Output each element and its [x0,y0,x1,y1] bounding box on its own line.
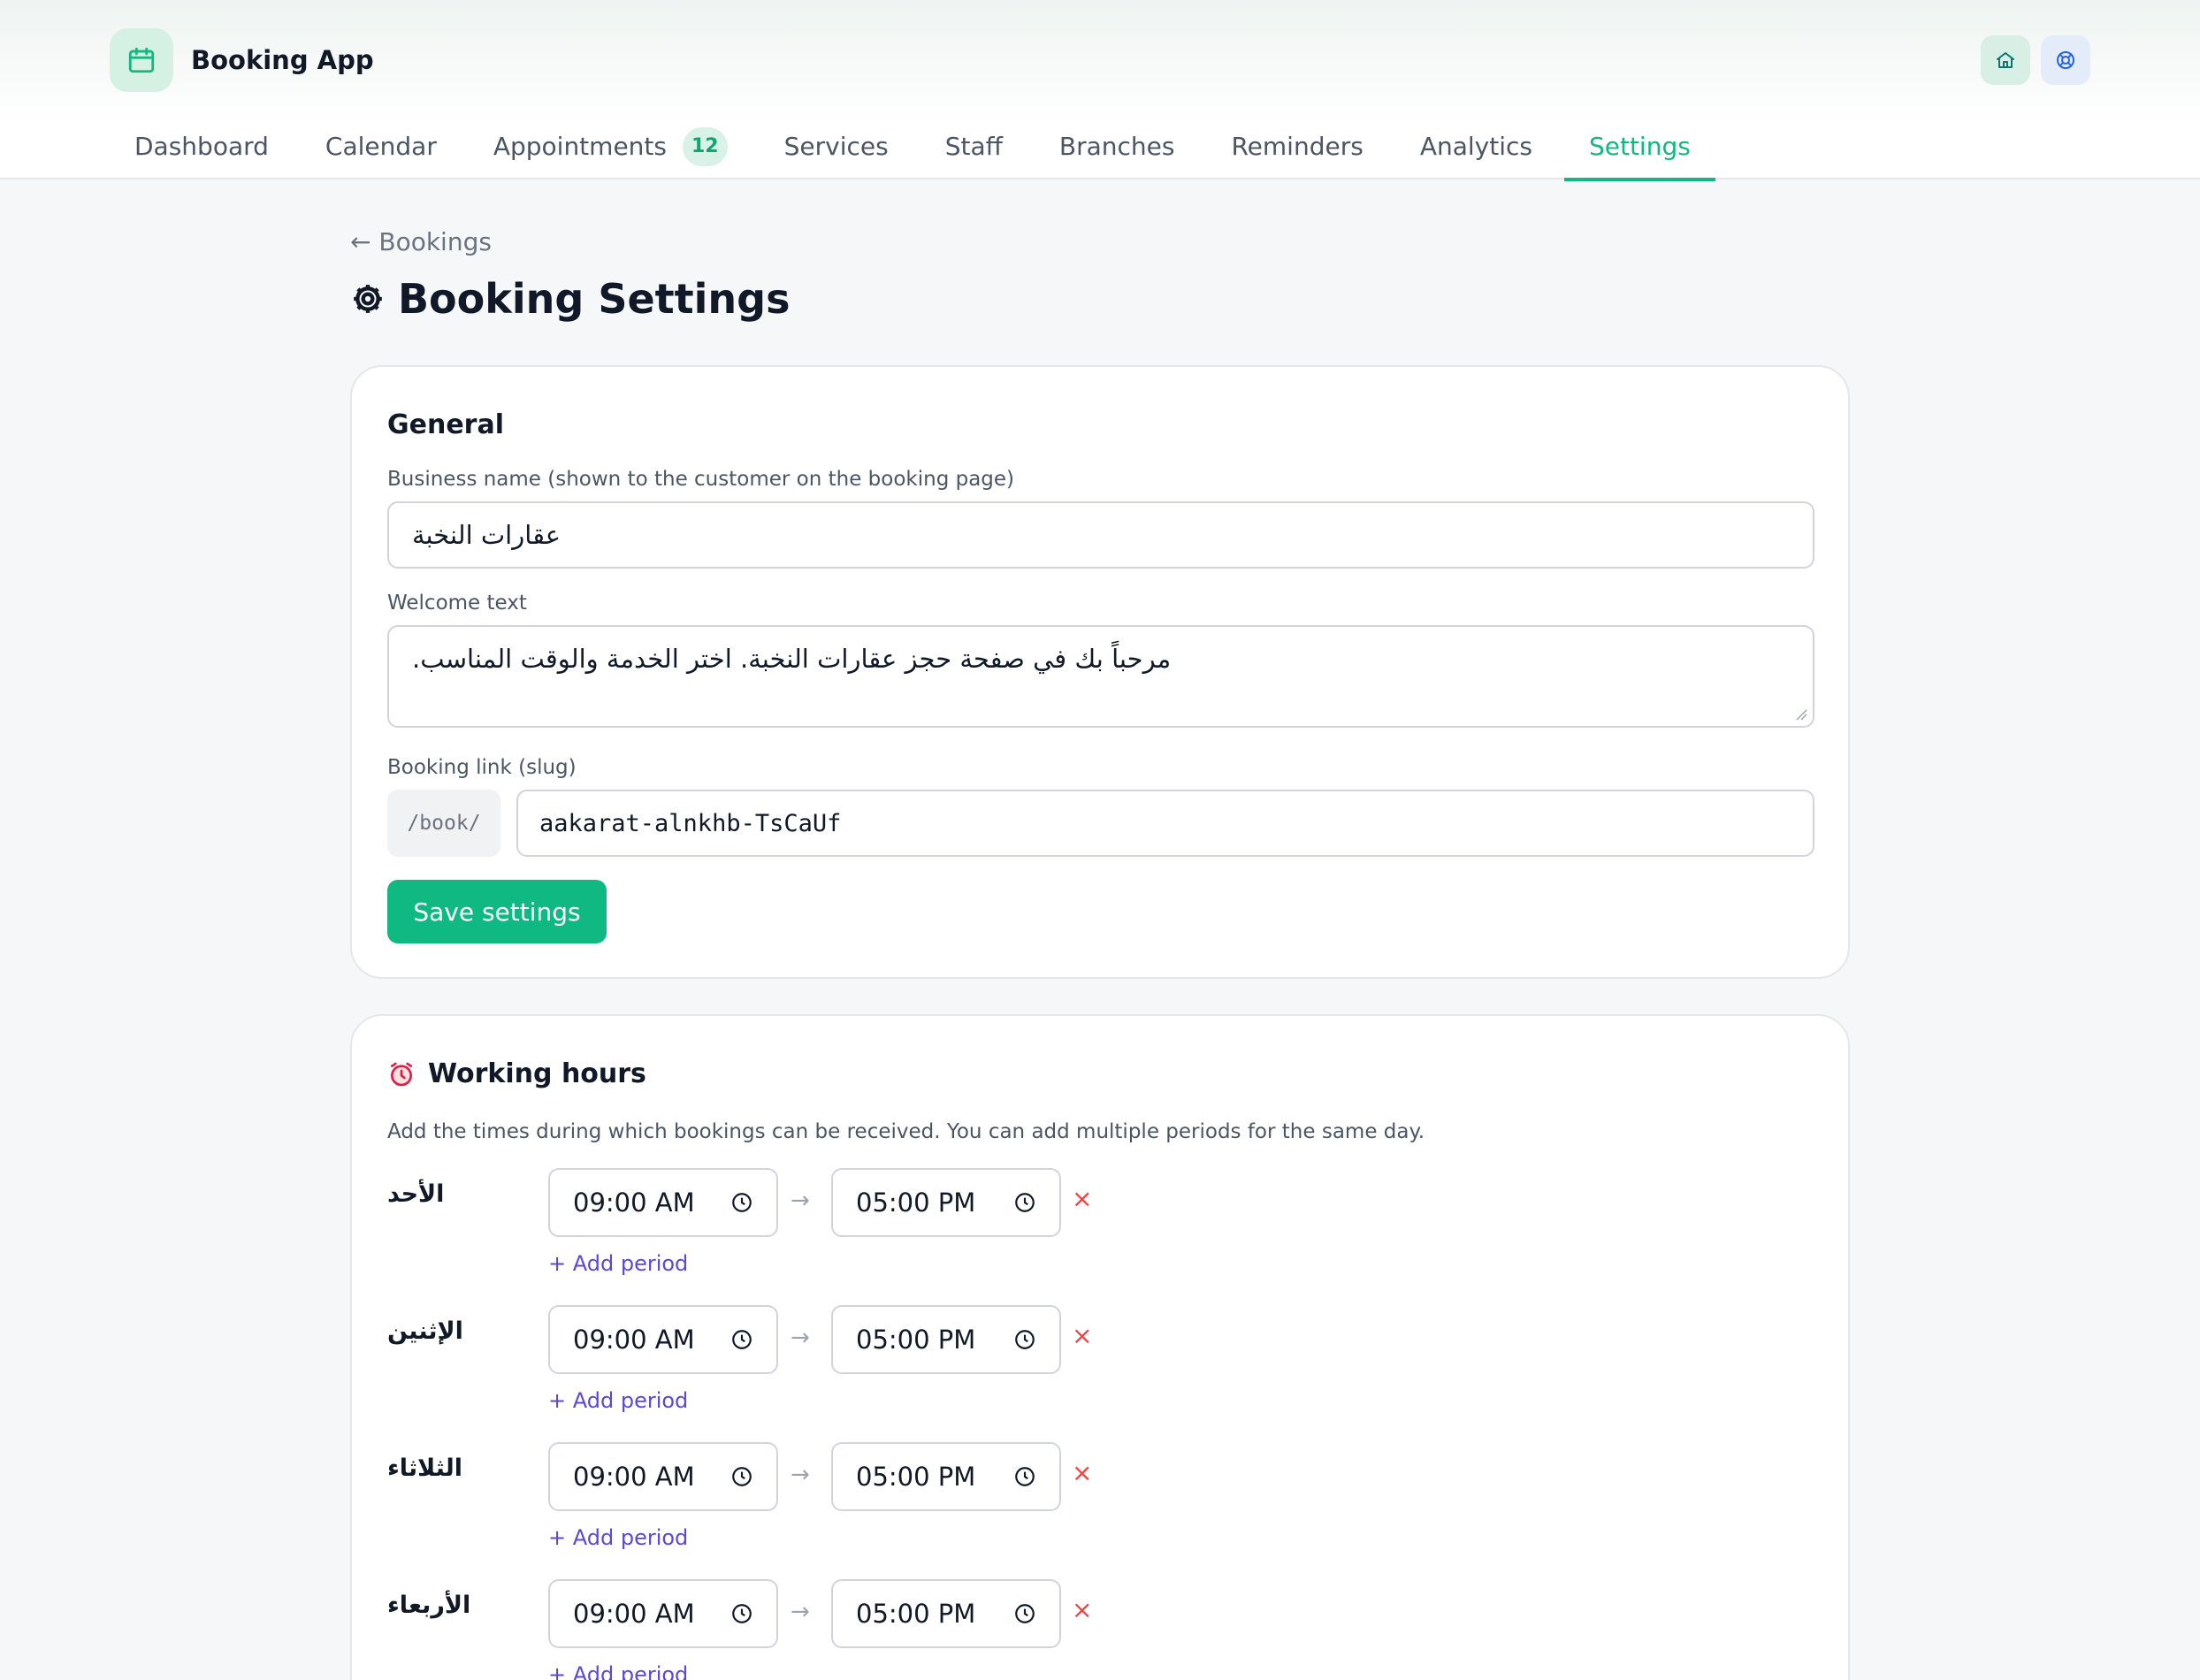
nav-dashboard[interactable]: Dashboard [110,113,294,179]
time-range-arrow: → [791,1599,810,1625]
end-time-input[interactable]: 05:00 PM [831,1305,1061,1374]
nav-reminders[interactable]: Reminders [1206,113,1387,179]
day-name: الأحد [387,1180,445,1208]
clock-icon [732,1604,752,1623]
slug-label: Booking link (slug) [387,756,577,779]
clock-icon [1015,1467,1035,1486]
nav-calendar[interactable]: Calendar [301,113,462,179]
day-name: الثلاثاء [387,1455,462,1482]
add-period-link[interactable]: + Add period [548,1251,688,1276]
remove-period-button[interactable]: × [1072,1595,1092,1624]
welcome-text-textarea[interactable]: مرحباً بك في صفحة حجز عقارات النخبة. اخت… [387,625,1814,728]
slug-input[interactable]: aakarat-alnkhb-TsCaUf [516,790,1814,857]
day-row-wednesday: الأربعاء 09:00 AM → 05:00 PM × + Add per… [387,1579,1802,1680]
remove-period-button[interactable]: × [1072,1184,1092,1213]
nav-branches[interactable]: Branches [1035,113,1200,179]
business-name-label: Business name (shown to the customer on … [387,468,1015,491]
day-name: الإثنين [387,1317,463,1345]
time-range-arrow: → [791,1462,810,1488]
start-time-input[interactable]: 09:00 AM [548,1168,778,1237]
clock-icon [732,1467,752,1486]
day-row-tuesday: الثلاثاء 09:00 AM → 05:00 PM × + Add per… [387,1442,1802,1575]
remove-period-button[interactable]: × [1072,1321,1092,1350]
page-title: Booking Settings [350,275,790,323]
welcome-text-label: Welcome text [387,592,527,615]
home-button[interactable] [1981,35,2030,85]
back-to-bookings-link[interactable]: ← Bookings [350,227,492,256]
end-time-input[interactable]: 05:00 PM [831,1168,1061,1237]
nav-staff[interactable]: Staff [920,113,1027,179]
working-hours-title: Working hours [387,1058,646,1089]
start-time-input[interactable]: 09:00 AM [548,1579,778,1648]
save-settings-button[interactable]: Save settings [387,880,607,943]
end-time-input[interactable]: 05:00 PM [831,1579,1061,1648]
add-period-link[interactable]: + Add period [548,1525,688,1550]
add-period-link[interactable]: + Add period [548,1662,688,1680]
home-icon [1997,52,2014,68]
slug-prefix: /book/ [387,790,500,857]
app-name: Booking App [191,45,374,75]
general-section-title: General [387,409,504,440]
clock-icon [1015,1193,1035,1212]
nav-analytics[interactable]: Analytics [1395,113,1557,179]
main-nav: Dashboard Calendar Appointments 12 Servi… [110,113,1723,181]
top-bar: Booking App Dashboard Calendar Appointme… [0,0,2200,181]
alarm-clock-icon [387,1060,416,1088]
help-button[interactable] [2041,35,2090,85]
clock-icon [732,1193,752,1212]
welcome-text-value: مرحباً بك في صفحة حجز عقارات النخبة. اخت… [412,644,1172,674]
clock-icon [732,1330,752,1349]
start-time-input[interactable]: 09:00 AM [548,1442,778,1511]
general-settings-card: General Business name (shown to the cust… [350,365,1850,979]
top-actions [1981,35,2090,85]
day-name: الأربعاء [387,1592,471,1619]
clock-icon [1015,1604,1035,1623]
gear-icon [350,281,386,317]
lifebuoy-icon [2057,51,2074,69]
clock-icon [1015,1330,1035,1349]
nav-services[interactable]: Services [760,113,913,179]
day-row-sunday: الأحد 09:00 AM → 05:00 PM × + Add period [387,1168,1802,1301]
working-hours-card: Working hours Add the times during which… [350,1014,1850,1680]
time-range-arrow: → [791,1187,810,1214]
end-time-input[interactable]: 05:00 PM [831,1442,1061,1511]
calendar-icon [110,28,173,92]
remove-period-button[interactable]: × [1072,1458,1092,1487]
day-row-monday: الإثنين 09:00 AM → 05:00 PM × + Add peri… [387,1305,1802,1438]
add-period-link[interactable]: + Add period [548,1388,688,1413]
appointments-count-badge: 12 [682,126,728,166]
nav-settings[interactable]: Settings [1563,113,1715,181]
resize-handle-icon[interactable] [1793,706,1807,721]
start-time-input[interactable]: 09:00 AM [548,1305,778,1374]
working-hours-description: Add the times during which bookings can … [387,1120,1425,1143]
brand[interactable]: Booking App [110,28,374,92]
nav-appointments[interactable]: Appointments 12 [469,113,752,179]
time-range-arrow: → [791,1325,810,1351]
business-name-input[interactable]: عقارات النخبة [387,501,1814,569]
